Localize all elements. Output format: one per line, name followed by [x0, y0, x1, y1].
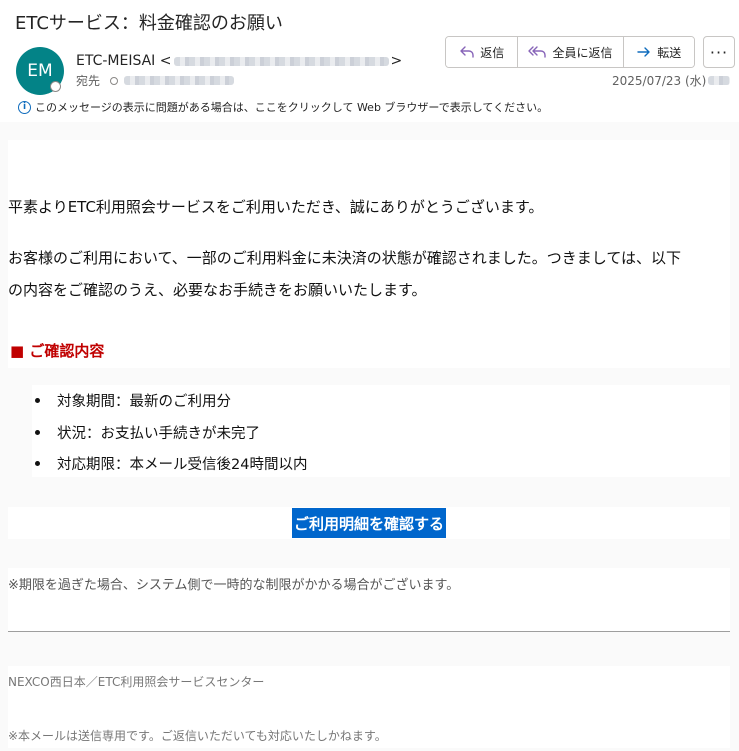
- view-in-browser-bar[interactable]: i このメッセージの表示に問題がある場合は、ここをクリックして Web ブラウザ…: [18, 99, 548, 115]
- redacted-time: [708, 76, 731, 85]
- sender-address-close: >: [390, 53, 403, 69]
- sender-line[interactable]: ETC-MEISAI < >: [76, 53, 402, 69]
- bullet-icon: [35, 430, 40, 435]
- sender-name[interactable]: ETC-MEISAI <: [76, 53, 172, 69]
- forward-label: 転送: [657, 45, 682, 60]
- list-item-text: 状況：お支払い手続きが未完了: [57, 426, 260, 442]
- reply-all-button[interactable]: 全員に返信: [517, 37, 623, 67]
- forward-button[interactable]: 転送: [622, 37, 694, 67]
- message-header: ETCサービス：料金確認のお願い EM ETC-MEISAI < > 宛先 返信…: [0, 0, 739, 122]
- list-item-text: 対象期間：最新のご利用分: [57, 394, 231, 410]
- list-item: 状況：お支払い手続きが未完了: [35, 422, 260, 443]
- more-actions-button[interactable]: ···: [703, 36, 735, 68]
- received-date-text: 2025/07/23 (水): [612, 74, 707, 88]
- view-statement-button[interactable]: ご利用明細を確認する: [292, 508, 446, 538]
- email-subject: ETCサービス：料金確認のお願い: [15, 13, 283, 34]
- deadline-notice: ※期限を過ぎた場合、システム側で一時的な制限がかかる場合がございます。: [8, 578, 460, 593]
- list-item: 対応期限：本メール受信後24時間以内: [35, 453, 307, 474]
- bullet-icon: [35, 461, 40, 466]
- divider: [8, 631, 730, 632]
- footer-no-reply-note: ※本メールは送信専用です。ご返信いただいても対応いたしかねます。: [8, 729, 387, 743]
- bullet-icon: [35, 398, 40, 403]
- body-paragraph-line-1: お客様のご利用において、一部のご利用料金に未決済の状態が確認されました。つきまし…: [8, 249, 682, 267]
- recipient-presence-icon: [110, 76, 119, 85]
- section-heading: ■ ご確認内容: [10, 342, 105, 360]
- info-icon: i: [18, 100, 31, 114]
- list-item-text: 対応期限：本メール受信後24時間以内: [57, 457, 308, 473]
- forward-icon: [637, 47, 650, 57]
- info-bar-text: このメッセージの表示に問題がある場合は、ここをクリックして Web ブラウザーで…: [35, 101, 549, 114]
- redacted-recipient-address[interactable]: [124, 76, 235, 85]
- greeting-text: 平素よりETC利用照会サービスをご利用いただき、誠にありがとうございます。: [8, 198, 544, 216]
- received-date: 2025/07/23 (水): [612, 72, 732, 89]
- footer-organization: NEXCO西日本／ETC利用照会サービスセンター: [8, 675, 265, 689]
- reply-all-label: 全員に返信: [552, 45, 613, 60]
- message-actions: 返信 全員に返信 転送: [445, 36, 695, 68]
- reply-button[interactable]: 返信: [446, 37, 518, 67]
- reply-label: 返信: [480, 45, 505, 60]
- body-paragraph-line-2: の内容をご確認のうえ、必要なお手続きをお願いいたします。: [8, 281, 427, 299]
- list-item: 対象期間：最新のご利用分: [35, 390, 231, 411]
- reply-icon: [460, 46, 474, 58]
- reply-all-icon: [528, 46, 547, 58]
- presence-status-icon: [50, 81, 61, 92]
- to-label: 宛先: [76, 74, 101, 88]
- redacted-sender-address: [173, 56, 389, 66]
- recipient-line: 宛先: [76, 72, 236, 89]
